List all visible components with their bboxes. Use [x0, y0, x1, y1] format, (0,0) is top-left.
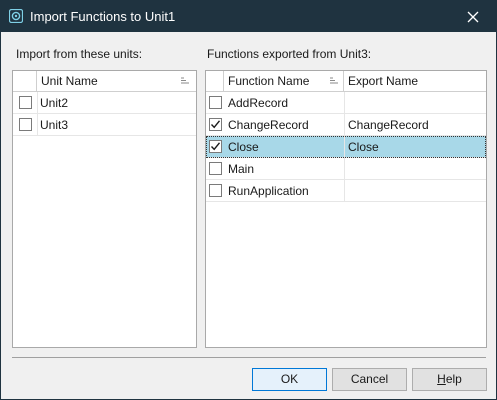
checkmark-icon [210, 120, 221, 129]
functions-grid-header: Function Name Export Name [206, 71, 486, 92]
export-name: Close [348, 140, 379, 154]
main-checkbox[interactable] [209, 162, 222, 175]
function-name: ChangeRecord [228, 118, 309, 132]
function-name: Main [228, 162, 255, 176]
function-name: Close [228, 140, 259, 154]
check-column-header[interactable] [13, 71, 37, 92]
function-row-runapplication[interactable]: RunApplication [206, 180, 486, 202]
units-grid[interactable]: Unit Name Unit2 Unit3 [12, 70, 197, 348]
close-button[interactable] [450, 1, 496, 32]
unit-name: Unit3 [40, 118, 69, 132]
function-name-header-label: Function Name [228, 74, 310, 88]
unit3-checkbox[interactable] [19, 118, 32, 131]
unit-name: Unit2 [40, 96, 69, 110]
function-name: AddRecord [228, 96, 289, 110]
function-name: RunApplication [228, 184, 309, 198]
function-row-changerecord[interactable]: ChangeRecord ChangeRecord [206, 114, 486, 136]
export-name: ChangeRecord [348, 118, 429, 132]
footer-separator [12, 357, 486, 358]
check-column-header[interactable] [206, 71, 224, 92]
import-from-label: Import from these units: [16, 47, 143, 61]
import-functions-dialog: Import Functions to Unit1 Import from th… [0, 0, 497, 400]
functions-grid[interactable]: Function Name Export Name AddRecord Chan… [205, 70, 487, 348]
export-name-column-header[interactable]: Export Name [344, 71, 486, 92]
column-divider [344, 92, 345, 202]
unit-name-column-header[interactable]: Unit Name [37, 71, 196, 92]
function-row-close[interactable]: Close Close [206, 136, 486, 158]
sort-icon[interactable] [181, 77, 190, 85]
close-checkbox[interactable] [209, 140, 222, 153]
changerecord-checkbox[interactable] [209, 118, 222, 131]
runapplication-checkbox[interactable] [209, 184, 222, 197]
unit2-checkbox[interactable] [19, 96, 32, 109]
function-name-column-header[interactable]: Function Name [224, 71, 344, 92]
sort-icon[interactable] [330, 77, 339, 85]
unit-row-unit3[interactable]: Unit3 [13, 114, 196, 136]
function-row-addrecord[interactable]: AddRecord [206, 92, 486, 114]
unit-name-header-label: Unit Name [41, 74, 98, 88]
help-button[interactable]: Help [412, 368, 487, 391]
export-name-header-label: Export Name [348, 74, 419, 88]
unit-row-unit2[interactable]: Unit2 [13, 92, 196, 114]
close-icon [467, 11, 479, 22]
functions-exported-label: Functions exported from Unit3: [207, 47, 372, 61]
checkmark-icon [210, 142, 221, 151]
title-bar: Import Functions to Unit1 [1, 1, 496, 32]
function-row-main[interactable]: Main [206, 158, 486, 180]
help-label-rest: elp [445, 372, 462, 386]
units-grid-header: Unit Name [13, 71, 196, 92]
window-title: Import Functions to Unit1 [30, 9, 176, 24]
app-icon [9, 9, 23, 23]
addrecord-checkbox[interactable] [209, 96, 222, 109]
ok-button[interactable]: OK [252, 368, 327, 391]
help-mnemonic: H [437, 372, 446, 386]
cancel-button[interactable]: Cancel [332, 368, 407, 391]
column-divider [37, 92, 38, 136]
